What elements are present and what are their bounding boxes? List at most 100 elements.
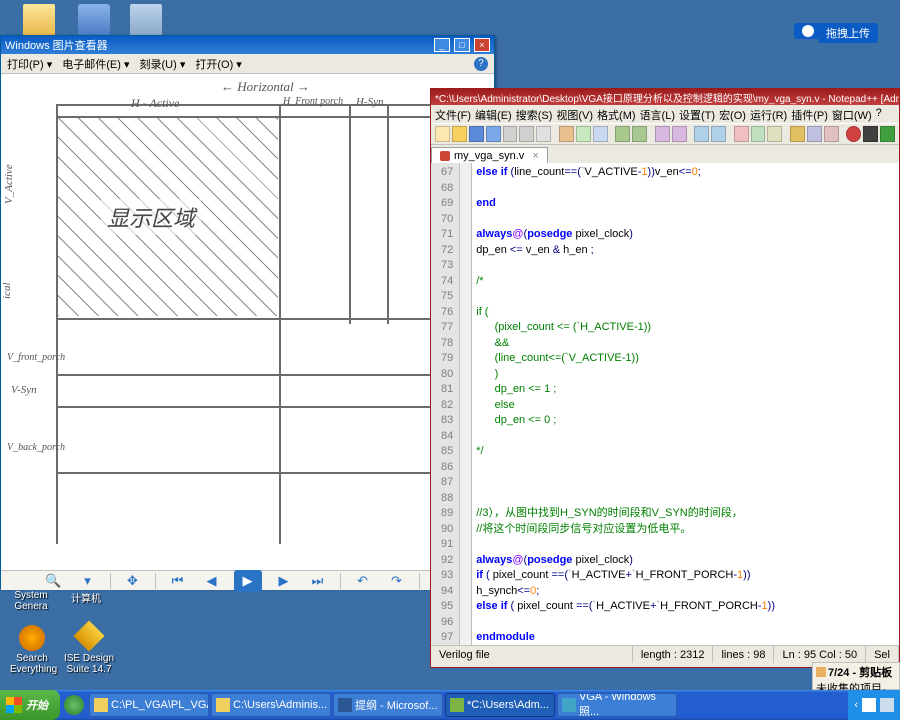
copy-icon[interactable]	[576, 126, 591, 142]
doc-map-icon[interactable]	[807, 126, 822, 142]
open-file-icon[interactable]	[452, 126, 467, 142]
rotate-ccw-button[interactable]: ↶	[351, 572, 375, 590]
menu-help[interactable]: ?	[876, 107, 882, 121]
maximize-button[interactable]: □	[454, 38, 470, 52]
npp-titlebar[interactable]: *C:\Users\Administrator\Desktop\VGA接口原理分…	[431, 89, 899, 105]
ql-browser-icon[interactable]	[64, 695, 84, 715]
desktop-folder-icon[interactable]	[15, 4, 63, 38]
desktop-computer[interactable]: 计算机	[62, 590, 110, 605]
desktop-mycomputer-icon[interactable]	[70, 4, 118, 38]
next-button[interactable]: ▶	[272, 572, 296, 590]
desktop-ise[interactable]: ISE Design Suite 14.7	[62, 625, 116, 675]
clipboard-icon	[816, 667, 826, 677]
sketch-h-active: H - Active	[131, 96, 179, 111]
next-end-button[interactable]: ⏭	[306, 572, 330, 590]
status-position: Ln : 95 Col : 50	[774, 646, 866, 663]
stop-macro-icon[interactable]	[863, 126, 878, 142]
menu-print[interactable]: 打印(P) ▾	[7, 56, 52, 72]
fit-tool[interactable]: ✥	[121, 572, 145, 590]
task-word[interactable]: 提纲 - Microsof...	[333, 693, 443, 717]
menu-window[interactable]: 窗口(W)	[832, 107, 872, 121]
prev-button[interactable]: ◀	[200, 572, 224, 590]
desktop-shortcut-icon[interactable]	[122, 4, 170, 38]
task-folder-2[interactable]: C:\Users\Adminis...	[211, 693, 331, 717]
link-icon	[802, 25, 814, 37]
tray-expand-icon[interactable]: ‹	[854, 699, 858, 711]
menu-open[interactable]: 打开(O) ▾	[195, 56, 241, 72]
sketch-v-back: V_back_porch	[7, 442, 65, 453]
redo-icon[interactable]	[632, 126, 647, 142]
menu-language[interactable]: 语言(L)	[640, 107, 675, 121]
save-icon[interactable]	[469, 126, 484, 142]
cut-icon[interactable]	[559, 126, 574, 142]
rotate-cw-button[interactable]: ↷	[385, 572, 409, 590]
save-all-icon[interactable]	[486, 126, 501, 142]
clipboard-title: 7/24 - 剪贴板	[828, 664, 892, 680]
menu-plugins[interactable]: 插件(P)	[791, 107, 828, 121]
replace-icon[interactable]	[672, 126, 687, 142]
label: Search Everything	[10, 653, 54, 675]
upload-drag-button[interactable]: 拖拽上传	[818, 23, 878, 43]
imgviewer-toolbar: 🔍 ▾ ✥ ⏮ ◀ ▶ ▶ ⏭ ↶ ↷ ✕	[1, 570, 494, 590]
clipboard-panel[interactable]: 7/24 - 剪贴板 未收集的项目。	[812, 662, 900, 690]
slideshow-button[interactable]: ▶	[234, 570, 262, 592]
menu-macro[interactable]: 宏(O)	[719, 107, 746, 121]
task-folder-1[interactable]: C:\PL_VGA\PL_VGA...	[89, 693, 209, 717]
paste-icon[interactable]	[593, 126, 608, 142]
print-icon[interactable]	[536, 126, 551, 142]
show-symbols-icon[interactable]	[751, 126, 766, 142]
new-file-icon[interactable]	[435, 126, 450, 142]
image-viewer-window: Windows 图片查看器 _ □ × 打印(P) ▾ 电子邮件(E) ▾ 刻录…	[0, 35, 495, 588]
imgviewer-titlebar[interactable]: Windows 图片查看器 _ □ ×	[1, 36, 494, 54]
desktop-search-everything[interactable]: Search Everything	[10, 625, 54, 675]
indent-guide-icon[interactable]	[767, 126, 782, 142]
minimize-button[interactable]: _	[434, 38, 450, 52]
zoom-out-icon[interactable]	[711, 126, 726, 142]
play-macro-icon[interactable]	[880, 126, 895, 142]
file-tab[interactable]: my_vga_syn.v×	[431, 147, 548, 163]
menu-run[interactable]: 运行(R)	[750, 107, 787, 121]
sketch-h-front: H_Front porch	[283, 96, 343, 107]
menu-search[interactable]: 搜索(S)	[516, 107, 553, 121]
menu-email[interactable]: 电子邮件(E) ▾	[62, 56, 129, 72]
start-button[interactable]: 开始	[0, 690, 60, 720]
folder-icon	[216, 698, 230, 712]
npp-editor[interactable]: 6768697071727374757677787980818283848586…	[431, 163, 899, 645]
shortcut-icon	[130, 4, 162, 36]
tray-volume-icon[interactable]	[880, 698, 894, 712]
chevron-down-icon[interactable]: ▾	[76, 572, 100, 590]
search-app-icon	[19, 625, 45, 651]
tray-network-icon[interactable]	[862, 698, 876, 712]
desktop-system-genera[interactable]: System Genera	[10, 590, 52, 612]
fold-column[interactable]	[460, 163, 472, 645]
close-file-icon[interactable]	[503, 126, 518, 142]
menu-burn[interactable]: 刻录(U) ▾	[140, 56, 186, 72]
prev-end-button[interactable]: ⏮	[166, 572, 190, 590]
zoom-in-icon[interactable]	[694, 126, 709, 142]
label: ISE Design Suite 14.7	[62, 653, 116, 675]
task-notepadpp[interactable]: *C:\Users\Adm...	[445, 693, 555, 717]
menu-file[interactable]: 文件(F)	[435, 107, 471, 121]
tab-close-icon[interactable]: ×	[532, 150, 538, 162]
menu-settings[interactable]: 设置(T)	[679, 107, 715, 121]
menu-edit[interactable]: 编辑(E)	[475, 107, 512, 121]
zoom-tool[interactable]: 🔍	[42, 572, 66, 590]
status-length: length : 2312	[633, 646, 714, 663]
close-button[interactable]: ×	[474, 38, 490, 52]
task-imgviewer[interactable]: VGA - Windows 照...	[557, 693, 677, 717]
status-lines: lines : 98	[713, 646, 774, 663]
folder-view-icon[interactable]	[790, 126, 805, 142]
help-icon[interactable]: ?	[474, 57, 488, 71]
label: System Genera	[10, 590, 52, 612]
code-area[interactable]: else if (line_count==(`V_ACTIVE-1))v_en<…	[472, 163, 779, 645]
wordwrap-icon[interactable]	[734, 126, 749, 142]
menu-view[interactable]: 视图(V)	[556, 107, 593, 121]
close-all-icon[interactable]	[519, 126, 534, 142]
system-tray[interactable]: ‹	[848, 690, 900, 720]
start-label: 开始	[26, 697, 48, 713]
find-icon[interactable]	[655, 126, 670, 142]
record-macro-icon[interactable]	[846, 126, 861, 142]
menu-format[interactable]: 格式(M)	[597, 107, 636, 121]
func-list-icon[interactable]	[824, 126, 839, 142]
undo-icon[interactable]	[615, 126, 630, 142]
